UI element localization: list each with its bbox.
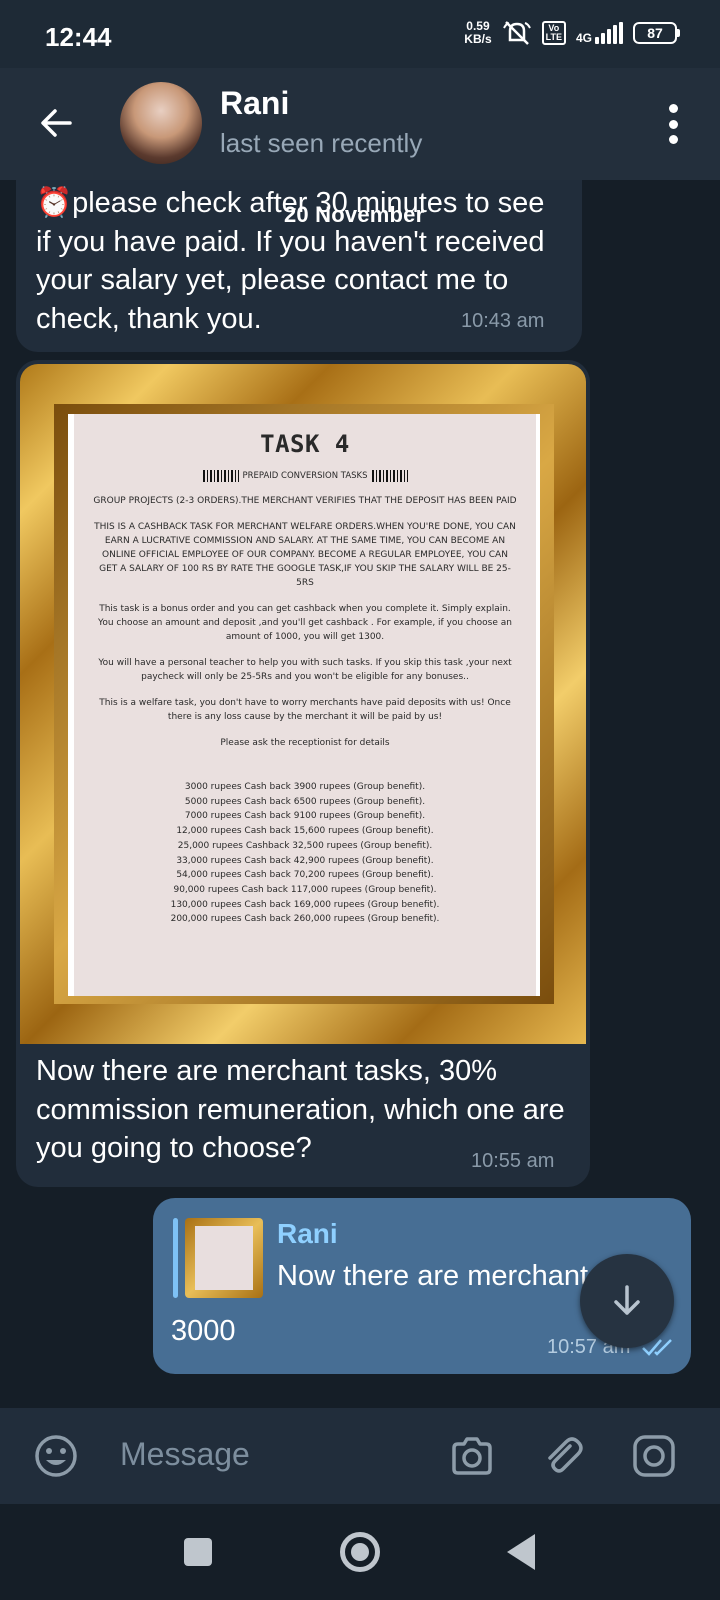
amount-row: 5000 rupees Cash back 6500 rupees (Group… bbox=[184, 796, 426, 807]
contact-status: last seen recently bbox=[220, 128, 423, 158]
task-image[interactable]: TASK 4 PREPAID CONVERSION TASKS GROUP PR… bbox=[20, 364, 586, 1044]
reply-thumbnail bbox=[185, 1218, 263, 1298]
message-time: 10:43 am bbox=[461, 310, 545, 332]
amount-row: 7000 rupees Cash back 9100 rupees (Group… bbox=[184, 811, 426, 822]
camera-icon[interactable] bbox=[448, 1432, 496, 1480]
chat-header: Rani last seen recently bbox=[0, 68, 720, 180]
reply-sender[interactable]: Rani bbox=[277, 1218, 338, 1250]
network-speed: 0.59 KB/s bbox=[464, 19, 492, 46]
amount-row: 130,000 rupees Cash back 169,000 rupees … bbox=[170, 899, 440, 910]
amount-list: 3000 rupees Cash back 3900 rupees (Group… bbox=[74, 780, 536, 927]
arrow-left-icon[interactable] bbox=[36, 103, 76, 143]
message-list[interactable]: ⏰please check after 30 minutes to see if… bbox=[0, 180, 720, 1408]
signal-icon: 4G bbox=[576, 22, 623, 44]
amount-row: 12,000 rupees Cash back 15,600 rupees (G… bbox=[176, 826, 434, 837]
amount-row: 33,000 rupees Cash back 42,900 rupees (G… bbox=[176, 855, 434, 866]
message-text: 3000 bbox=[171, 1315, 236, 1347]
date-label: 20 November bbox=[284, 202, 425, 227]
incoming-message-with-image[interactable]: TASK 4 PREPAID CONVERSION TASKS GROUP PR… bbox=[16, 360, 590, 1187]
status-bar: 12:44 0.59 KB/s Vo LTE 4G 87 bbox=[0, 0, 720, 68]
avatar[interactable] bbox=[120, 82, 202, 164]
smile-icon[interactable] bbox=[32, 1432, 80, 1480]
message-input[interactable]: Message bbox=[120, 1436, 250, 1473]
contact-name[interactable]: Rani bbox=[220, 85, 289, 122]
message-input-bar: Message bbox=[0, 1408, 720, 1504]
arrow-down-icon bbox=[614, 1285, 640, 1315]
amount-row: 200,000 rupees Cash back 260,000 rupees … bbox=[170, 914, 440, 925]
paperclip-icon[interactable] bbox=[540, 1432, 588, 1480]
task-document: TASK 4 PREPAID CONVERSION TASKS GROUP PR… bbox=[68, 414, 540, 996]
volte-icon: Vo LTE bbox=[541, 21, 566, 45]
mute-alarm-icon bbox=[502, 21, 531, 45]
amount-row: 90,000 rupees Cash back 117,000 rupees (… bbox=[173, 884, 437, 895]
back-button[interactable] bbox=[507, 1534, 535, 1570]
amount-row: 54,000 rupees Cash back 70,200 rupees (G… bbox=[176, 870, 434, 881]
battery-icon: 87 bbox=[633, 22, 680, 44]
more-vertical-icon[interactable] bbox=[666, 104, 680, 144]
video-message-icon[interactable] bbox=[630, 1432, 678, 1480]
amount-row: 3000 rupees Cash back 3900 rupees (Group… bbox=[184, 782, 426, 792]
system-nav-bar bbox=[0, 1504, 720, 1600]
home-button[interactable] bbox=[340, 1532, 380, 1572]
status-time: 12:44 bbox=[45, 22, 112, 52]
scroll-to-bottom-button[interactable] bbox=[580, 1254, 674, 1348]
recents-button[interactable] bbox=[184, 1538, 212, 1566]
status-icons: 0.59 KB/s Vo LTE 4G 87 bbox=[464, 20, 680, 46]
alarm-clock-emoji: ⏰ bbox=[36, 187, 73, 219]
amount-row: 25,000 rupees Cashback 32,500 rupees (Gr… bbox=[177, 840, 433, 851]
message-time: 10:55 am bbox=[471, 1150, 555, 1172]
